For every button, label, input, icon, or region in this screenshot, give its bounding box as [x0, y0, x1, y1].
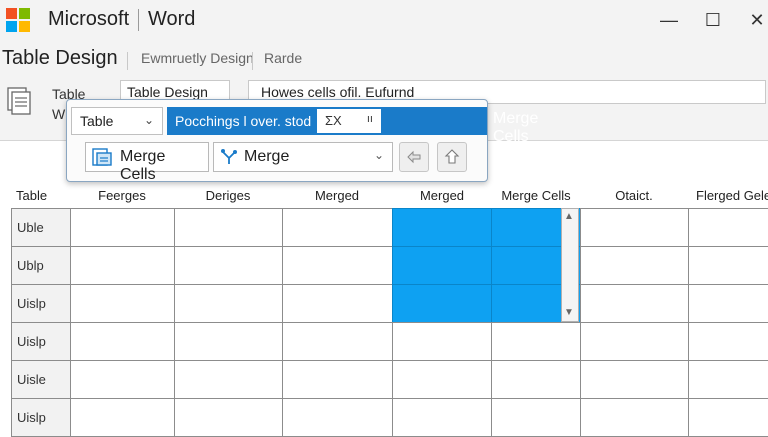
- close-button[interactable]: ✕: [740, 6, 768, 34]
- redo-icon: [444, 149, 460, 164]
- table-cell[interactable]: [70, 322, 175, 361]
- table-grid: Uble Ublp Uislp Uislp Uisle Uislp: [11, 208, 768, 437]
- table-cell[interactable]: [580, 360, 689, 399]
- scroll-up-icon[interactable]: ▲: [564, 211, 574, 222]
- row-header[interactable]: Uble: [11, 208, 71, 247]
- table-cell[interactable]: [282, 284, 393, 323]
- tab-separator: [127, 52, 128, 70]
- table-cell[interactable]: [174, 322, 283, 361]
- merge-cells-panel: Pocchings l over. stod Merge Cells Table…: [66, 99, 538, 183]
- merge-icon: [221, 149, 237, 164]
- table-cell[interactable]: [580, 246, 689, 285]
- table-cell[interactable]: [70, 208, 175, 247]
- table-cell-selected[interactable]: [392, 284, 492, 323]
- merge-cells-label: Merge Cells: [120, 148, 166, 183]
- scroll-down-icon[interactable]: ▼: [564, 307, 574, 318]
- table-cell[interactable]: [688, 322, 768, 361]
- row-header[interactable]: Ublp: [11, 246, 71, 285]
- table-cell[interactable]: [491, 322, 581, 361]
- merge-cells-button[interactable]: Merge Cells: [85, 142, 209, 183]
- table-group-sublabel: W: [52, 106, 66, 122]
- merge-cells-icon: [92, 148, 112, 166]
- row-header[interactable]: Uislp: [11, 322, 71, 361]
- document-icon[interactable]: [6, 86, 32, 116]
- merge-dropdown[interactable]: Merge ⌄: [213, 142, 393, 172]
- column-header[interactable]: Flerged Gelen: [688, 188, 768, 203]
- table-cell[interactable]: [392, 360, 492, 399]
- selection-scrollbar[interactable]: ▲ ▼: [561, 208, 579, 322]
- tab-table-design[interactable]: Table Design: [2, 47, 118, 70]
- table-cell[interactable]: [174, 246, 283, 285]
- table-cell[interactable]: [491, 360, 581, 399]
- column-header[interactable]: Merged: [282, 188, 392, 203]
- table-cell[interactable]: [282, 360, 393, 399]
- table-cell[interactable]: [688, 360, 768, 399]
- undo-button[interactable]: [399, 142, 429, 172]
- table-cell[interactable]: [580, 322, 689, 361]
- app-name: Word: [148, 8, 196, 30]
- chevron-down-icon: ⌄: [143, 113, 154, 127]
- tab-separator: [252, 52, 253, 70]
- column-header[interactable]: Deriges: [174, 188, 282, 203]
- table-cell[interactable]: [282, 398, 393, 437]
- table-cell[interactable]: [580, 284, 689, 323]
- table-cell[interactable]: [392, 398, 492, 437]
- column-header[interactable]: Otaict.: [580, 188, 688, 203]
- table-cell[interactable]: [174, 284, 283, 323]
- fx-extra: ıı: [366, 113, 373, 125]
- row-header[interactable]: Uisle: [11, 360, 71, 399]
- minimize-button[interactable]: —: [652, 6, 686, 34]
- table-cell[interactable]: [174, 360, 283, 399]
- table-cell[interactable]: [688, 208, 768, 247]
- microsoft-logo-icon: [6, 8, 30, 32]
- table-cell-selected[interactable]: [392, 208, 492, 247]
- table-cell[interactable]: [688, 284, 768, 323]
- ribbon-tabs: Table Design Ewmruetly Design Rarde: [0, 42, 768, 78]
- tab-rarde[interactable]: Rarde: [264, 50, 302, 66]
- column-header[interactable]: Merge Cells: [492, 188, 580, 203]
- table-cell[interactable]: [282, 246, 393, 285]
- title-separator: [138, 9, 139, 31]
- table-cell[interactable]: [392, 322, 492, 361]
- merge-cells-header[interactable]: Merge Cells: [493, 110, 538, 146]
- table-cell[interactable]: [174, 398, 283, 437]
- table-cell[interactable]: [491, 398, 581, 437]
- table-cell-selected[interactable]: [392, 246, 492, 285]
- column-header[interactable]: Feerges: [70, 188, 174, 203]
- table-cell[interactable]: [282, 208, 393, 247]
- table-cell[interactable]: [70, 284, 175, 323]
- table-cell[interactable]: [174, 208, 283, 247]
- row-header[interactable]: Uislp: [11, 398, 71, 437]
- maximize-button[interactable]: ☐: [696, 6, 730, 34]
- chevron-down-icon: ⌄: [373, 148, 384, 162]
- undo-icon: [407, 150, 421, 164]
- table-select-value: Table: [80, 113, 114, 129]
- table-cell[interactable]: [580, 398, 689, 437]
- column-header[interactable]: Table: [16, 188, 47, 203]
- brand-name: Microsoft: [48, 8, 130, 30]
- table-cell[interactable]: [70, 246, 175, 285]
- table-cell[interactable]: [688, 246, 768, 285]
- table-select[interactable]: Table ⌄: [71, 107, 163, 135]
- panel-header-text: Pocchings l over. stod: [175, 113, 312, 129]
- tab-design[interactable]: Ewmruetly Design: [141, 50, 254, 66]
- merge-dropdown-value: Merge: [244, 148, 290, 165]
- table-cell[interactable]: [580, 208, 689, 247]
- table-cell[interactable]: [70, 398, 175, 437]
- table-header-row: Table Feerges Deriges Merged Merged Merg…: [0, 182, 768, 208]
- fx-text: ΣΧ: [325, 113, 342, 128]
- row-header[interactable]: Uislp: [11, 284, 71, 323]
- table-cell[interactable]: [688, 398, 768, 437]
- fx-field[interactable]: ΣΧ ıı: [317, 109, 381, 133]
- column-header[interactable]: Merged: [392, 188, 492, 203]
- table-cell[interactable]: [282, 322, 393, 361]
- table-cell[interactable]: [70, 360, 175, 399]
- redo-button[interactable]: [437, 142, 467, 172]
- title-bar: Microsoft Word — ☐ ✕: [0, 0, 768, 43]
